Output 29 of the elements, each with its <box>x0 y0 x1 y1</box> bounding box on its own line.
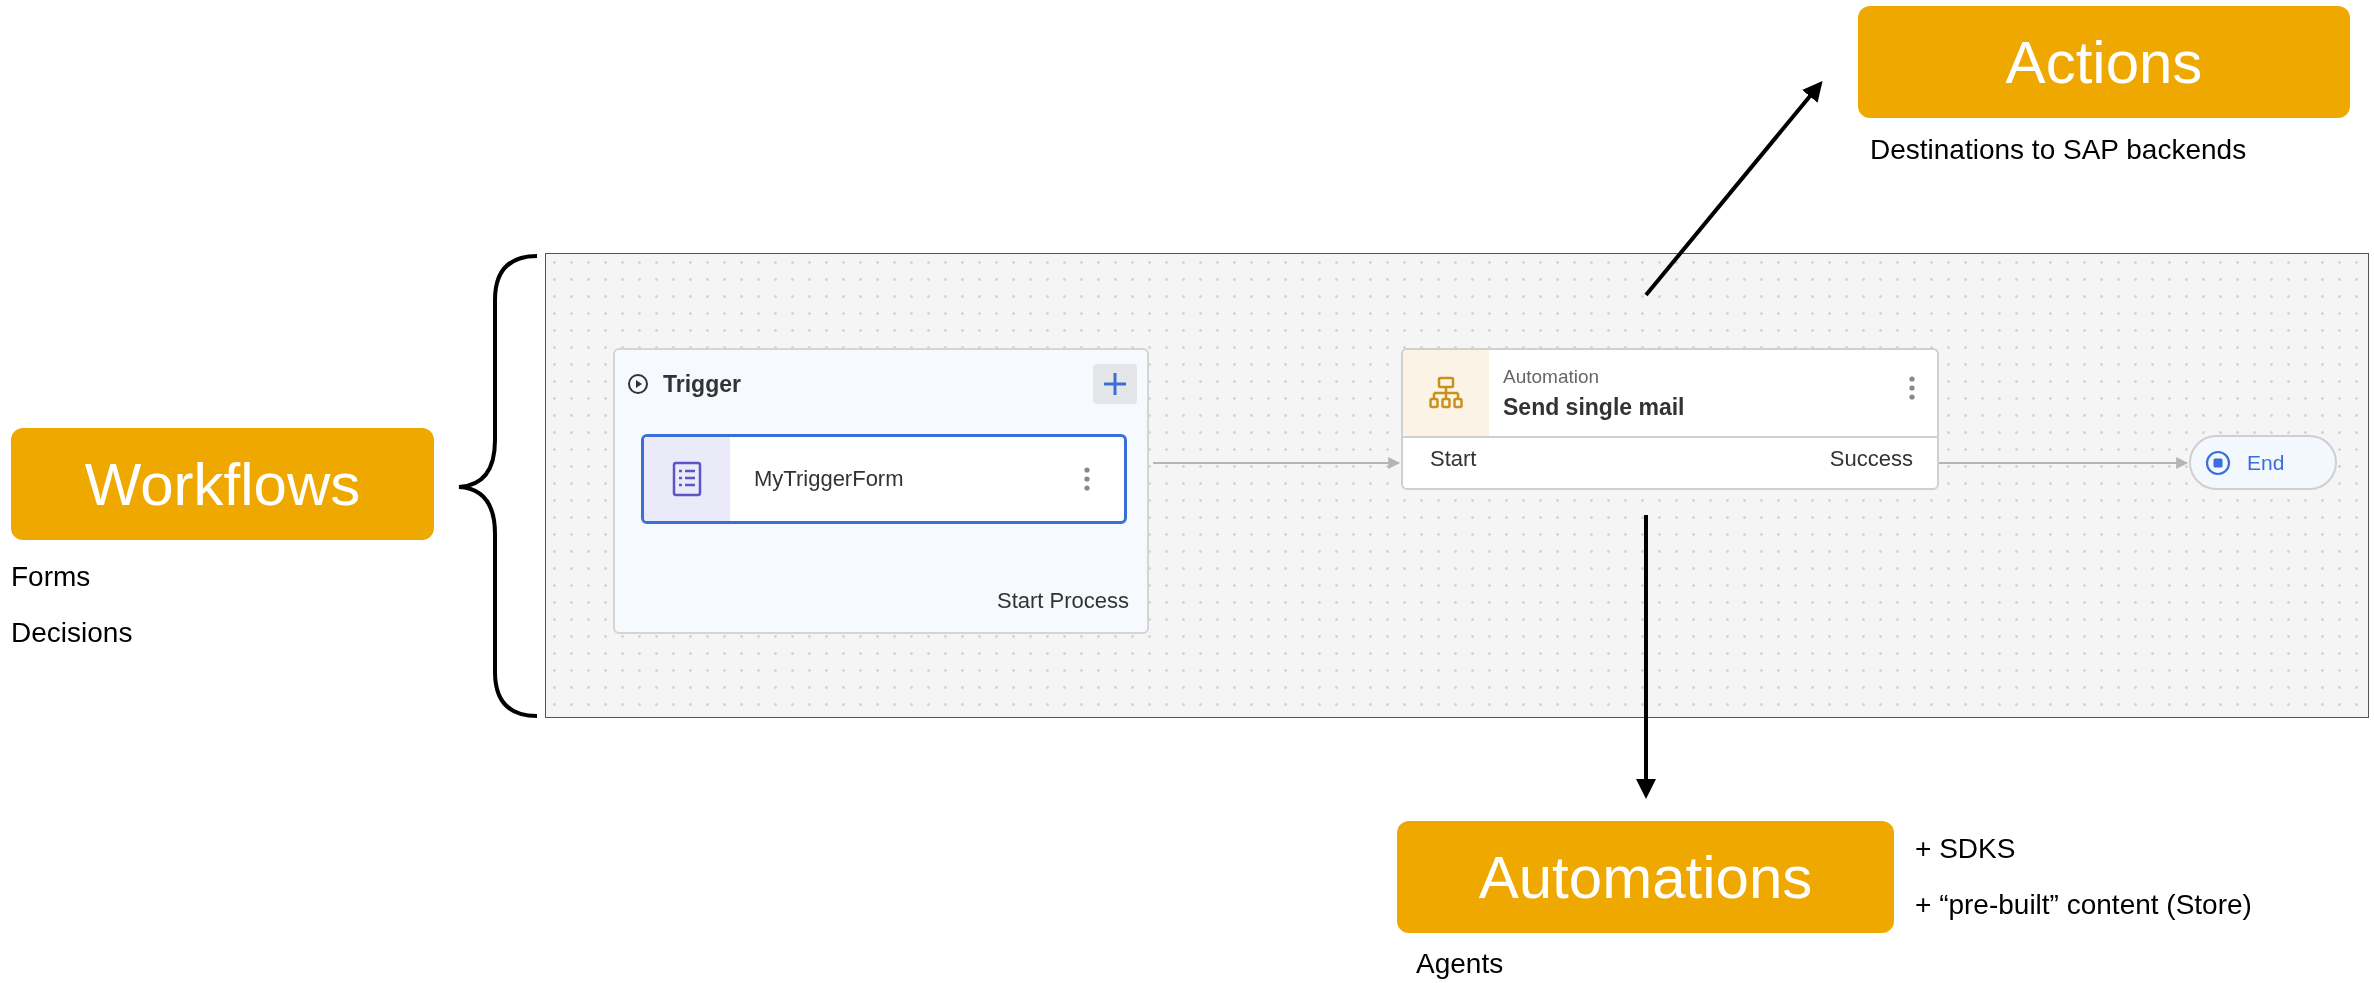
note-text: + SDKS <box>1915 832 2016 866</box>
note-text: Forms <box>11 560 91 594</box>
more-icon[interactable] <box>1909 376 1915 400</box>
hierarchy-icon <box>1429 376 1463 410</box>
port-label: Start <box>1430 446 1477 472</box>
port-label: Success <box>1829 446 1913 472</box>
more-icon[interactable] <box>1084 467 1090 491</box>
plus-icon <box>1102 371 1128 397</box>
note-text: + “pre-built” content (Store) <box>1915 888 2252 922</box>
add-button[interactable] <box>1093 364 1137 404</box>
end-node[interactable]: End <box>2189 435 2337 490</box>
end-label: End <box>2247 450 2285 475</box>
note-text: Destinations to SAP backends <box>1870 133 2247 167</box>
trigger-node[interactable]: Trigger MyTriggerForm Start Process <box>613 348 1149 634</box>
callout-label: Automations <box>1397 821 1894 933</box>
callout-label: Actions <box>1858 6 2350 118</box>
note-text: Agents <box>1416 947 1504 981</box>
list-icon <box>672 461 702 497</box>
trigger-title: Trigger <box>663 370 741 398</box>
form-node[interactable]: MyTriggerForm <box>641 434 1127 524</box>
trigger-footer: Start Process <box>996 588 1129 614</box>
callout-label: Workflows <box>11 428 434 540</box>
node-title: Send single mail <box>1503 393 1685 421</box>
form-name: MyTriggerForm <box>754 466 904 492</box>
stop-icon <box>2205 449 2231 476</box>
automation-node[interactable]: Automation Send single mail Start Success <box>1401 348 1939 490</box>
note-text: Decisions <box>11 616 133 650</box>
node-type: Automation <box>1503 365 1601 388</box>
play-icon <box>627 373 649 395</box>
